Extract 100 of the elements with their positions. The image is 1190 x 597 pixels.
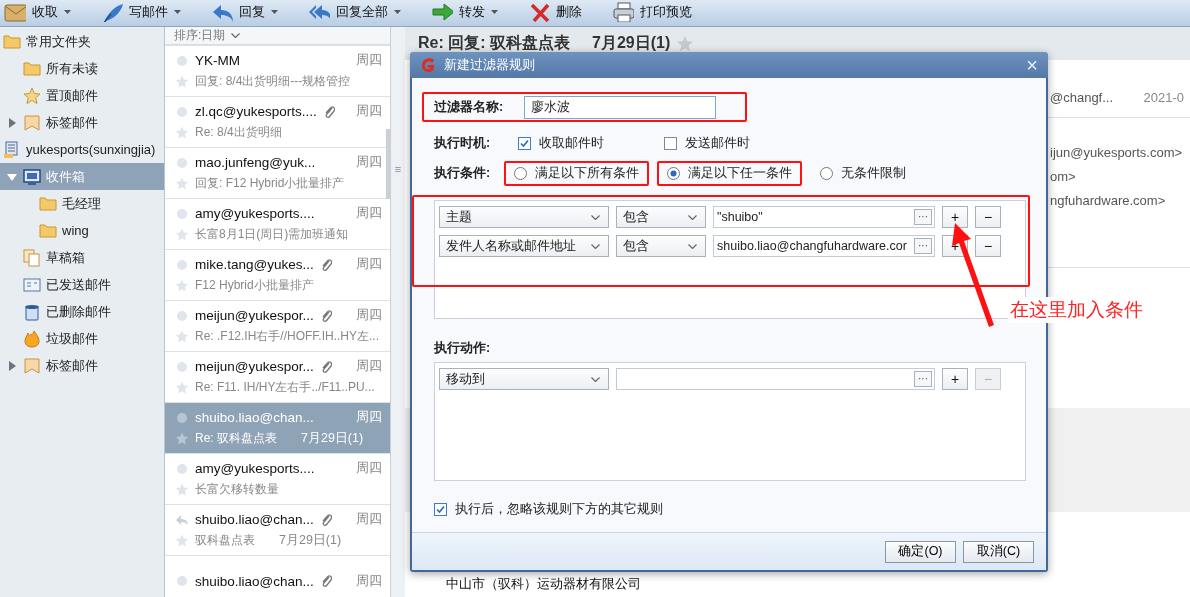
star-icon[interactable] (676, 34, 695, 52)
browse-button[interactable]: ··· (914, 238, 932, 254)
message-subject: 回复: 8/4出货明细---规格管控 (195, 73, 351, 90)
add-button[interactable]: + (942, 206, 968, 228)
message-row[interactable]: amy@yukesports.... 周四 长富欠移转数量 (165, 454, 390, 505)
message-subject: 长富8月1日(周日)需加班通知 (195, 226, 349, 243)
message-row[interactable]: YK-MM 周四 回复: 8/4出货明细---规格管控 (165, 46, 390, 97)
expanded-triangle-icon[interactable] (7, 171, 17, 182)
radio-label[interactable]: 无条件限制 (841, 164, 906, 182)
chevron-down-icon (688, 243, 697, 249)
message-subject: Re: 驭科盘点表 (195, 430, 277, 447)
folder-item[interactable]: 常用文件夹 (0, 28, 164, 55)
selected-radio-icon[interactable] (667, 166, 680, 180)
message-day: 周四 (356, 256, 382, 273)
remove-button[interactable]: − (975, 235, 1001, 257)
chevron-down-icon (591, 376, 600, 382)
dropdown[interactable]: 移动到 (439, 368, 609, 390)
message-row[interactable]: meijun@yukespor... 周四 Re: .F12.IH右手//HOFF.IH..HY左... (165, 301, 390, 352)
chevron-down-icon (591, 243, 600, 249)
toolbar-button[interactable]: 打印预览 (612, 2, 692, 22)
folder-item[interactable]: 垃圾邮件 (0, 325, 164, 352)
message-day: 周四 (356, 572, 382, 590)
toolbar-button[interactable]: 写邮件 (101, 2, 181, 22)
message-subject: 长富欠移转数量 (195, 481, 279, 498)
caret-icon[interactable] (271, 10, 278, 14)
message-row[interactable]: shuibo.liao@chan... 周四 驭科盘点表 7月29日(1) (165, 505, 390, 556)
field-label: 过滤器名称: (434, 98, 505, 116)
cross-icon (528, 2, 550, 22)
sender-name: YK-MM (195, 53, 240, 68)
toolbar-button[interactable]: 回复全部 (308, 2, 401, 22)
radio-label[interactable]: 满足以下任一条件 (688, 164, 792, 182)
checked-checkbox-icon[interactable] (518, 136, 531, 150)
collapsed-triangle-icon[interactable] (7, 360, 17, 371)
folder-item[interactable]: 所有未读 (0, 55, 164, 82)
toolbar-button[interactable]: 回复 (211, 2, 278, 22)
message-day: 周四 (356, 103, 382, 120)
caret-icon[interactable] (491, 10, 498, 14)
field-label: 执行条件: (434, 164, 492, 182)
email-header-text: ijun@yukesports.com> (1050, 144, 1183, 160)
sender-name: shuibo.liao@chan... (195, 512, 314, 527)
flame-icon (23, 329, 41, 348)
sort-header[interactable]: 排序:日期 (165, 27, 390, 45)
email-header-text: @changf... (1050, 89, 1114, 105)
dropdown[interactable]: 发件人名称或邮件地址 (439, 235, 609, 257)
dropdown[interactable]: 包含 (616, 206, 706, 228)
radio-icon[interactable] (514, 166, 527, 180)
folder-item[interactable]: 标签邮件 (0, 352, 164, 379)
message-subject: Re: F11. IH/HY左右手../F11..PU... (195, 379, 375, 396)
message-day: 周四 (356, 358, 382, 375)
signature-text: 中山市（驭科）运动器材有限公司 (445, 575, 642, 593)
folder-item[interactable]: 已发送邮件 (0, 271, 164, 298)
sender-name: meijun@yukespor... (195, 359, 314, 374)
toolbar-button[interactable]: 收取 (4, 2, 71, 22)
forward-arrow-icon (431, 2, 453, 22)
value-field[interactable]: shuibo.liao@changfuhardware.cor ··· (713, 235, 935, 257)
reply-all-arrow-icon (308, 2, 330, 22)
sender-name: mao.junfeng@yuk... (195, 155, 316, 170)
folder-item[interactable]: wing (0, 217, 164, 244)
radio-label[interactable]: 满足以下所有条件 (535, 164, 639, 182)
message-row[interactable]: shuibo.liao@chan... 周四 (165, 556, 390, 597)
bookmark-icon (23, 356, 41, 375)
message-row[interactable]: amy@yukesports.... 周四 长富8月1日(周日)需加班通知 (165, 199, 390, 250)
folder-item[interactable]: yukesports(sunxingjia) (0, 136, 164, 163)
add-button[interactable]: + (942, 368, 968, 390)
dialog-button[interactable]: 确定(O) (885, 540, 956, 563)
checked-checkbox-icon[interactable] (434, 502, 447, 516)
checkbox-label[interactable]: 发送邮件时 (685, 134, 750, 152)
toolbar-button[interactable]: 转发 (431, 2, 498, 22)
browse-button[interactable]: ··· (914, 371, 932, 387)
message-day: 周四 (356, 307, 382, 324)
folder-item[interactable]: 标签邮件 (0, 109, 164, 136)
email-subject: Re: 回复: 驭科盘点表 (418, 32, 570, 53)
remove-button[interactable]: − (975, 206, 1001, 228)
checkbox-label[interactable]: 执行后，忽略该规则下方的其它规则 (455, 500, 663, 518)
checkbox-icon[interactable] (664, 136, 677, 150)
dropdown[interactable]: 包含 (616, 235, 706, 257)
folder-item[interactable]: 已删除邮件 (0, 298, 164, 325)
message-day: 周四 (356, 52, 382, 69)
caret-icon[interactable] (174, 10, 181, 14)
browse-button[interactable]: ··· (914, 209, 932, 225)
sender-name: shuibo.liao@chan... (195, 410, 314, 425)
message-row[interactable]: mike.tang@yukes... 周四 F12 Hybrid小批量排产 (165, 250, 390, 301)
toolbar-button[interactable]: 删除 (528, 2, 582, 22)
message-subject: F12 Hybrid小批量排产 (195, 277, 314, 294)
folder-item[interactable]: 置顶邮件 (0, 82, 164, 109)
checkbox-label[interactable]: 收取邮件时 (539, 134, 604, 152)
caret-icon[interactable] (394, 10, 401, 14)
caret-icon[interactable] (64, 10, 71, 14)
star-icon (175, 279, 189, 292)
folder-item[interactable]: 草稿箱 (0, 244, 164, 271)
email-date: 7月29日(1) (592, 32, 671, 53)
name-input[interactable]: 廖水波 (524, 95, 716, 119)
dialog-button[interactable]: 取消(C) (963, 540, 1034, 563)
dropdown[interactable]: 主题 (439, 206, 609, 228)
collapsed-triangle-icon[interactable] (7, 117, 17, 128)
value-field[interactable]: "shuibo" ··· (713, 206, 935, 228)
radio-icon[interactable] (820, 166, 833, 180)
value-field[interactable]: ··· (616, 368, 935, 390)
star-icon (175, 330, 189, 343)
folder-item[interactable]: 毛经理 (0, 190, 164, 217)
